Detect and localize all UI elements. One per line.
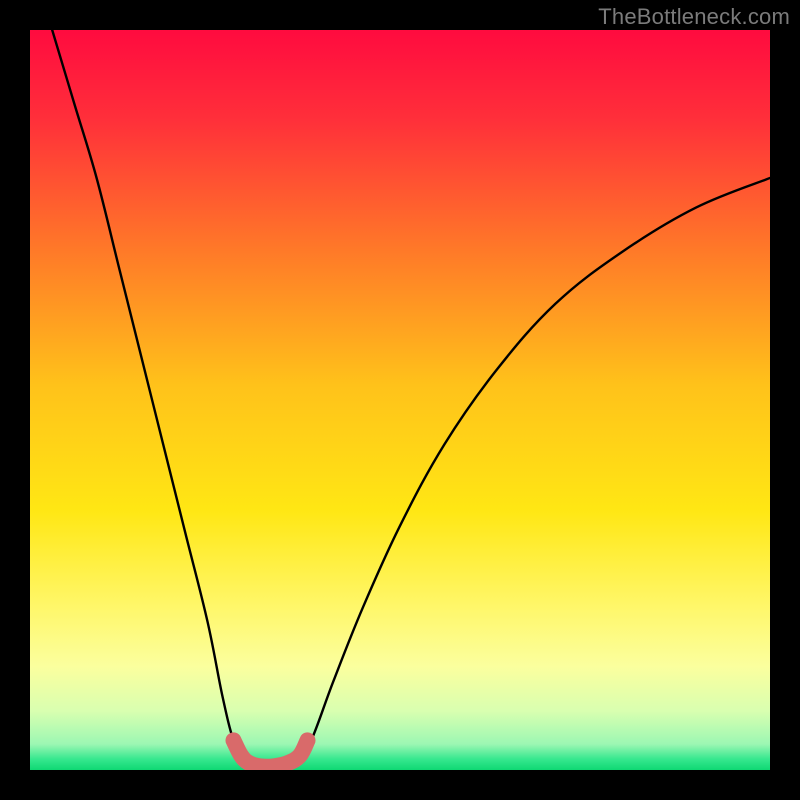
curve-left-branch (52, 30, 244, 763)
outer-frame: TheBottleneck.com (0, 0, 800, 800)
plot-area (30, 30, 770, 770)
curve-layer (30, 30, 770, 770)
bottleneck-marker-icon (234, 740, 308, 766)
watermark-label: TheBottleneck.com (598, 4, 790, 30)
curve-right-branch (296, 178, 770, 763)
